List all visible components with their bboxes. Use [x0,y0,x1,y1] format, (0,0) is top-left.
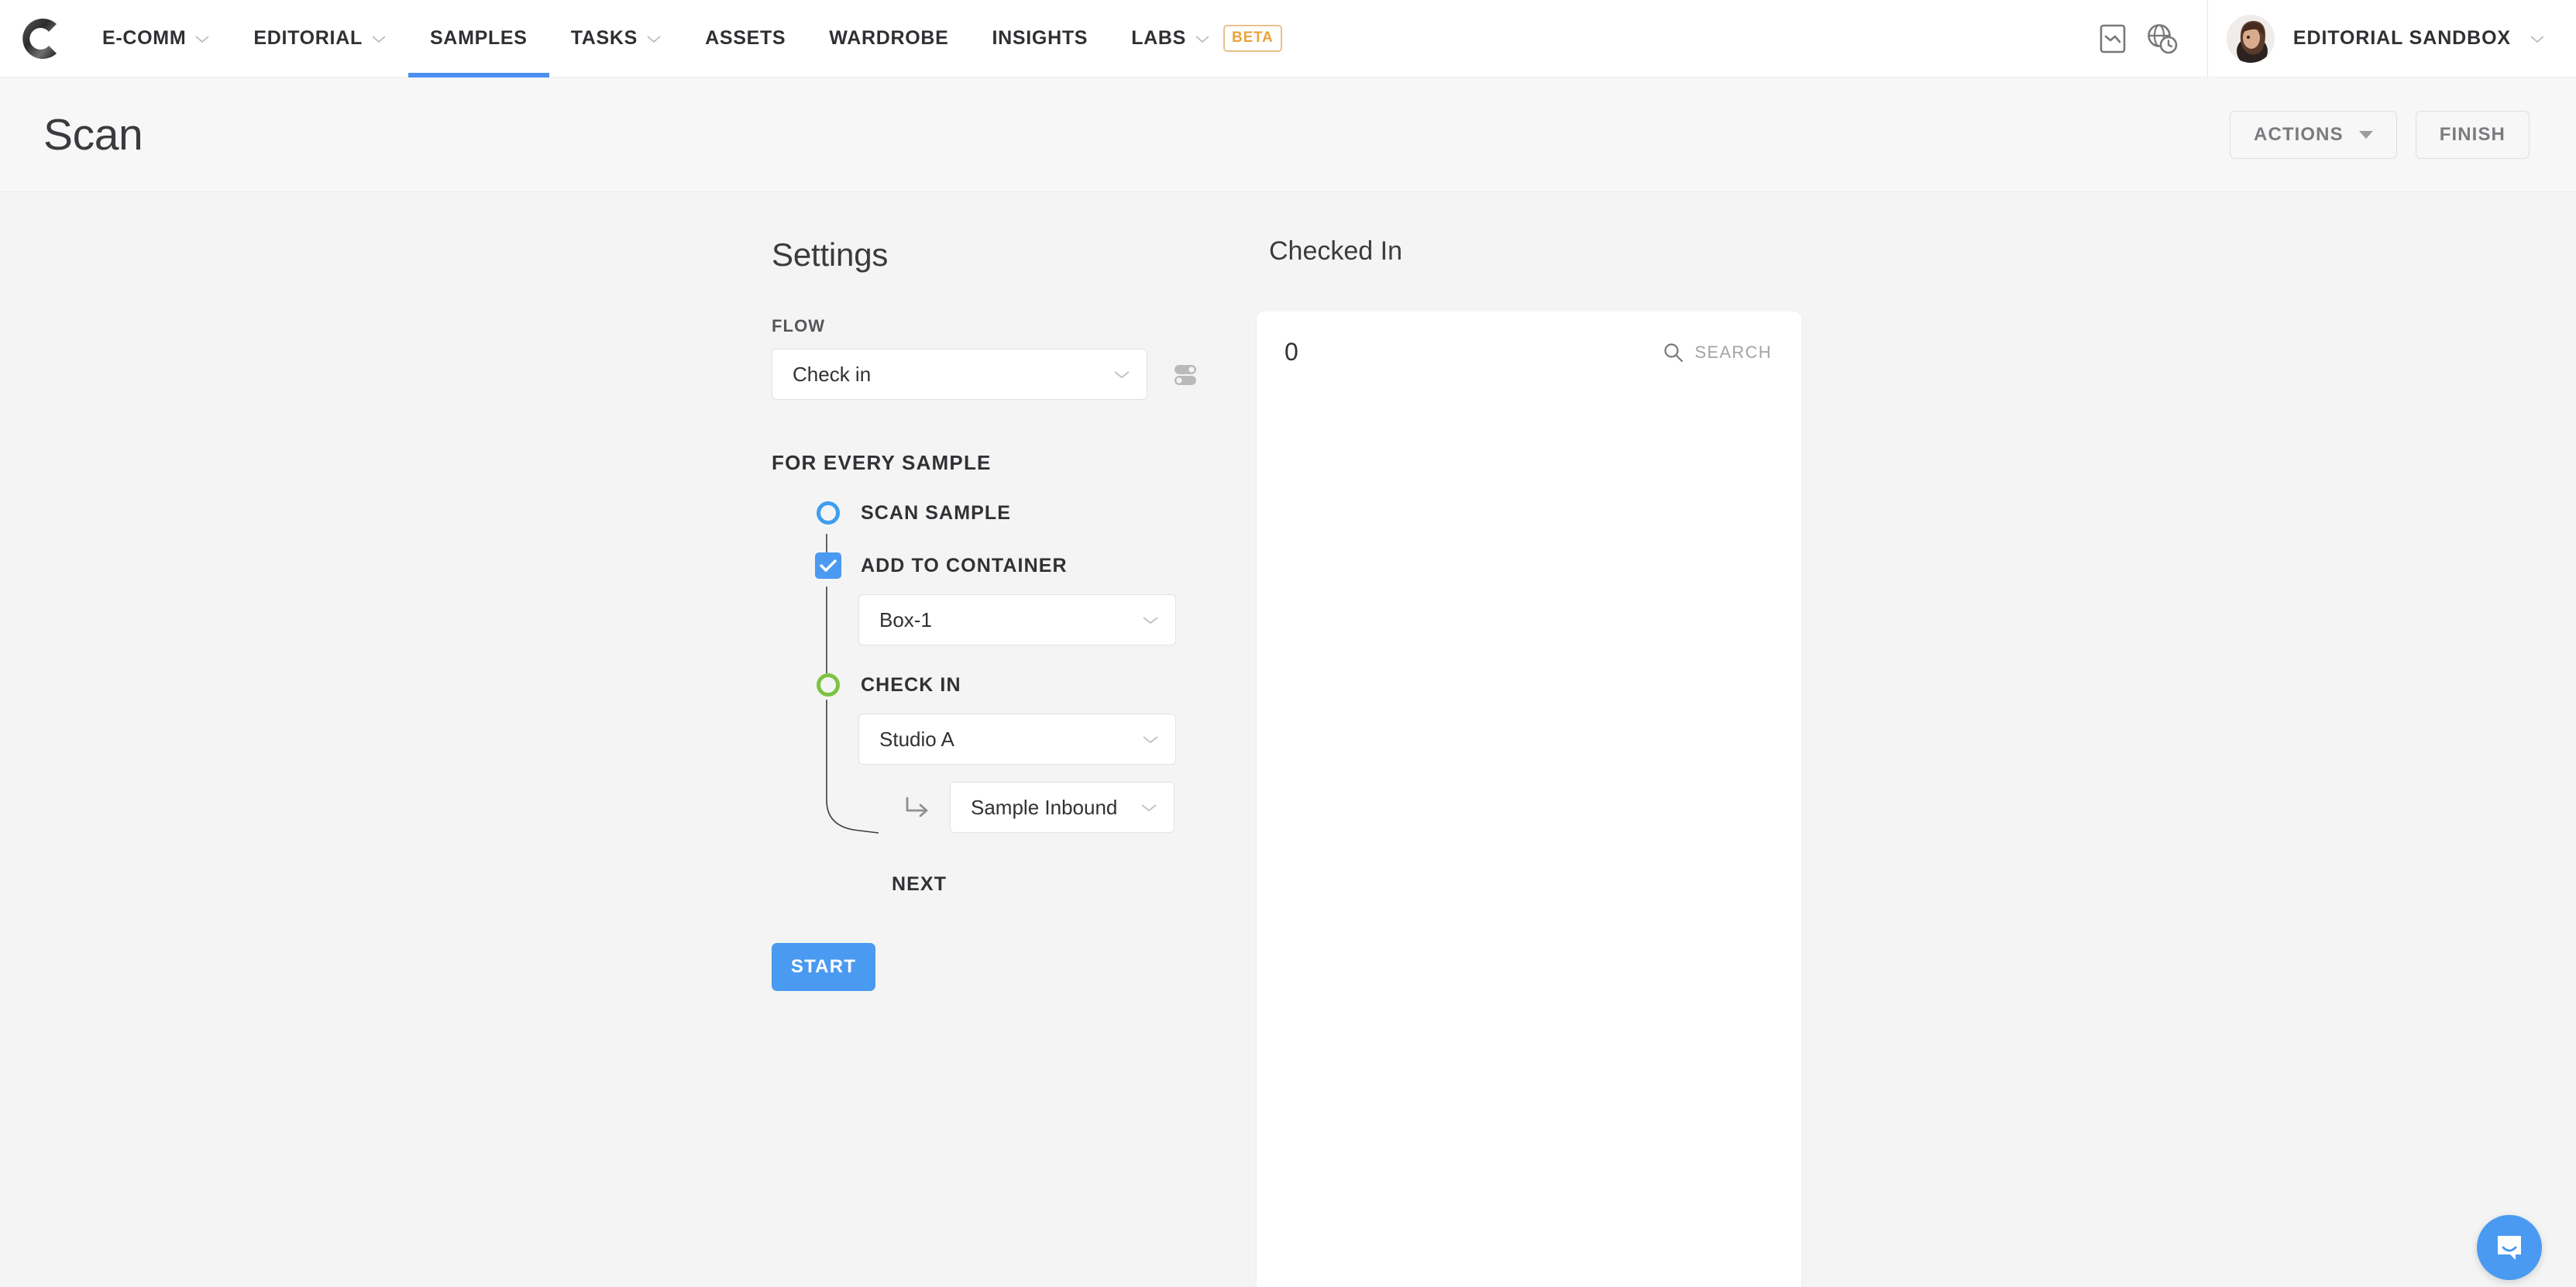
nav-label: INSIGHTS [992,27,1089,49]
for-every-sample-label: FOR EVERY SAMPLE [772,451,992,474]
nav-label: E-COMM [102,27,187,49]
finish-button[interactable]: FINISH [2415,110,2530,159]
sliders-toggle-icon[interactable] [1171,360,1200,389]
chevron-down-icon [2530,35,2544,43]
nav-label: TASKS [570,27,638,49]
nav-item-editorial[interactable]: EDITORIAL [232,0,408,77]
page-title: Scan [43,109,143,160]
nav-label: WARDROBE [829,27,949,49]
nav-label: ASSETS [705,27,786,49]
nav-item-assets[interactable]: ASSETS [683,0,807,77]
page-body: Settings FLOW Check in FOR EVERY SAMPLE [0,193,2576,1287]
brand-logo[interactable] [0,0,81,77]
checked-in-header: Checked In [1257,236,1402,267]
step-body: Studio A Sample Inbound [772,714,1221,833]
intercom-chat-icon [2498,1236,2521,1260]
globe-clock-icon[interactable] [2137,0,2187,77]
chevron-down-icon [1141,804,1157,812]
globe-clock-icon-glyph [2148,23,2178,53]
chevron-down-icon [1143,736,1158,744]
start-button[interactable]: START [772,943,875,991]
ring-icon [817,673,840,697]
search-button[interactable]: SEARCH [1663,342,1773,363]
report-icon[interactable] [2088,0,2137,77]
nav-right-cluster: EDITORIAL SANDBOX [2088,0,2576,77]
step-body: Box-1 [772,594,1221,645]
user-avatar-photo [2226,14,2275,63]
next-step-row: NEXT [772,869,1221,900]
actions-button[interactable]: ACTIONS [2230,110,2397,159]
actions-button-label: ACTIONS [2254,123,2344,145]
flow-select[interactable]: Check in [772,349,1147,400]
step-marker-checkbox[interactable] [815,552,841,579]
beta-badge: BETA [1223,25,1282,52]
checked-in-panel-header: 0 SEARCH [1257,311,1801,366]
nav-item-samples[interactable]: SAMPLES [408,0,549,77]
nav-item-wardrobe[interactable]: WARDROBE [807,0,970,77]
chevron-down-icon [1195,35,1209,43]
page-header-bar: Scan ACTIONS FINISH [0,77,2576,192]
step-header[interactable]: CHECK IN [772,672,1221,698]
nav-label: SAMPLES [429,27,528,49]
checkbox-checked-icon [815,552,841,579]
page-header-actions: ACTIONS FINISH [2230,110,2530,159]
nav-item-labs[interactable]: LABS BETA [1109,0,1303,77]
step-label: ADD TO CONTAINER [861,554,1068,576]
flow-select-value: Check in [793,362,872,386]
sub-location-row: Sample Inbound [858,782,1221,833]
intercom-chat-button[interactable] [2477,1215,2542,1280]
sub-location-select[interactable]: Sample Inbound [950,782,1175,833]
report-icon-glyph [2100,24,2126,53]
step-header[interactable]: ADD TO CONTAINER [772,552,1221,579]
sub-location-select-value: Sample Inbound [971,795,1118,819]
flow-row: Check in [772,349,1221,400]
brand-c-logo [22,18,57,59]
nav-item-e-comm[interactable]: E-COMM [81,0,232,77]
chevron-down-icon [372,35,386,43]
location-select-value: Studio A [879,727,954,751]
step-check-in: CHECK IN Studio A Sample Inbound [772,672,1221,833]
nav-item-tasks[interactable]: TASKS [549,0,683,77]
step-marker-ring-green[interactable] [815,672,841,698]
search-label: SEARCH [1694,342,1772,362]
container-select[interactable]: Box-1 [858,594,1176,645]
caret-down-icon [2358,130,2373,139]
primary-nav-items: E-COMM EDITORIAL SAMPLES TASKS ASSETS WA… [81,0,1304,77]
nav-divider [2206,0,2208,77]
next-label: NEXT [892,872,948,895]
checked-in-panel: 0 SEARCH [1257,311,1801,1287]
arrow-turn-down-right-icon [906,797,928,817]
chevron-down-icon [647,35,661,43]
avatar [2226,14,2275,63]
nav-item-insights[interactable]: INSIGHTS [971,0,1110,77]
account-menu[interactable]: EDITORIAL SANDBOX [2226,14,2576,63]
step-add-to-container: ADD TO CONTAINER Box-1 [772,552,1221,645]
nav-label: EDITORIAL [253,27,363,49]
ring-icon [817,501,840,525]
settings-panel: Settings FLOW Check in FOR EVERY SAMPLE [772,236,1221,991]
flow-field-label: FLOW [772,316,826,336]
search-icon [1663,342,1683,362]
container-select-value: Box-1 [879,607,932,631]
settings-title: Settings [772,236,889,273]
chevron-down-icon [195,35,209,43]
step-marker-ring-blue[interactable] [815,500,841,526]
location-select[interactable]: Studio A [858,714,1176,765]
check-icon [820,559,837,572]
step-header[interactable]: SCAN SAMPLE [772,500,1221,526]
chevron-down-icon [1114,371,1130,379]
chevron-down-icon [1143,617,1158,625]
finish-button-label: FINISH [2439,123,2505,145]
step-label: SCAN SAMPLE [861,501,1012,524]
checked-in-title: Checked In [1269,236,1402,266]
sample-steps-list: SCAN SAMPLE ADD TO CONTAINER Box-1 CHECK… [772,500,1221,900]
account-name: EDITORIAL SANDBOX [2292,27,2511,49]
checked-in-count: 0 [1285,338,1298,366]
top-navigation-bar: E-COMM EDITORIAL SAMPLES TASKS ASSETS WA… [0,0,2576,77]
step-label: CHECK IN [861,673,961,696]
step-scan-sample: SCAN SAMPLE [772,500,1221,526]
nav-label: LABS [1131,27,1187,49]
